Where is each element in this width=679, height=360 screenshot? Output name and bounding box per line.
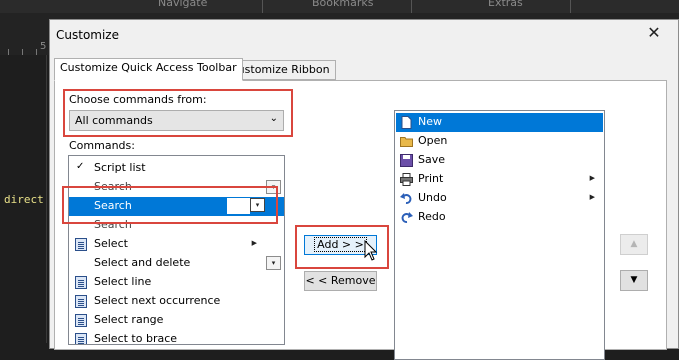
quick-access-toolbar-list[interactable]: New Open Save Print ▶ Undo ▶ Redo	[394, 110, 605, 360]
check-icon: ✓	[76, 161, 85, 172]
toolbar-item-label: Print	[418, 172, 444, 185]
commands-list[interactable]: ✓ Script list Search ▾ Search ▾ Search S…	[68, 155, 285, 345]
command-label: Select	[94, 237, 128, 250]
chevron-down-icon[interactable]: ▾	[266, 180, 281, 194]
chevron-down-icon: ⌄	[269, 113, 278, 124]
document-icon	[75, 333, 87, 344]
submenu-arrow-icon: ▶	[251, 239, 257, 247]
command-label: Search	[94, 218, 132, 231]
document-icon	[75, 276, 87, 289]
list-item[interactable]: Undo ▶	[396, 189, 603, 208]
close-icon[interactable]: ✕	[646, 25, 662, 42]
list-item-selected[interactable]: New	[396, 113, 603, 132]
list-item[interactable]: Save	[396, 151, 603, 170]
undo-icon	[400, 193, 412, 204]
command-label: Search	[94, 180, 132, 193]
command-label: Select next occurrence	[94, 294, 221, 307]
document-icon	[75, 314, 87, 327]
choose-commands-dropdown[interactable]: All commands ⌄	[69, 110, 284, 131]
list-item[interactable]: ✓ Script list	[69, 159, 284, 178]
document-icon	[75, 238, 87, 251]
dialog-title: Customize	[56, 28, 119, 42]
choose-commands-label: Choose commands from:	[69, 93, 207, 106]
list-item[interactable]: Select and delete ▾	[69, 254, 284, 273]
list-item[interactable]: Select range	[69, 311, 284, 330]
redo-icon	[401, 212, 413, 223]
remove-button[interactable]: < < Remove	[304, 271, 377, 291]
inline-field[interactable]	[227, 198, 250, 214]
chevron-down-icon[interactable]: ▾	[266, 256, 281, 270]
command-label: Select line	[94, 275, 152, 288]
command-label: Select to brace	[94, 332, 178, 345]
move-up-button[interactable]: ▲	[620, 234, 648, 255]
menu-navigate[interactable]: Navigate	[158, 0, 207, 9]
chevron-down-icon[interactable]: ▾	[250, 198, 265, 212]
list-item[interactable]: Search	[69, 216, 284, 235]
list-item[interactable]: Select next occurrence	[69, 292, 284, 311]
list-item-selected[interactable]: Search ▾	[69, 197, 284, 216]
folder-icon	[400, 137, 413, 147]
ruler-number: 5	[40, 41, 47, 52]
menu-separator	[262, 0, 263, 13]
move-down-button[interactable]: ▼	[620, 270, 648, 291]
list-item[interactable]: Redo	[396, 208, 603, 227]
menu-separator	[570, 0, 571, 13]
toolbar-item-label: Save	[418, 153, 446, 166]
menu-bookmarks[interactable]: Bookmarks	[312, 0, 373, 9]
editor-code-text: direct	[4, 193, 44, 206]
printer-icon	[400, 173, 413, 186]
background-menu-bar: Navigate Bookmarks Extras	[0, 0, 679, 13]
save-icon	[400, 154, 413, 167]
command-label: Script list	[94, 161, 146, 174]
command-label: Select range	[94, 313, 164, 326]
toolbar-item-label: New	[418, 115, 442, 128]
command-label: Select and delete	[94, 256, 191, 269]
document-icon	[75, 295, 87, 308]
list-item[interactable]: Select ▶	[69, 235, 284, 254]
toolbar-item-label: Undo	[418, 191, 447, 204]
commands-label: Commands:	[69, 139, 135, 152]
mouse-pointer-icon	[364, 240, 378, 261]
new-document-icon	[401, 116, 412, 129]
list-item[interactable]: Open	[396, 132, 603, 151]
toolbar-item-label: Redo	[418, 210, 446, 223]
submenu-arrow-icon: ▶	[589, 174, 595, 182]
command-label: Search	[94, 199, 132, 212]
tab-customize-quick-access-toolbar[interactable]: Customize Quick Access Toolbar	[54, 58, 243, 81]
choose-commands-value: All commands	[75, 114, 153, 127]
submenu-arrow-icon: ▶	[589, 193, 595, 201]
list-item[interactable]: Select line	[69, 273, 284, 292]
editor-column-guide	[46, 55, 47, 343]
menu-extras[interactable]: Extras	[488, 0, 523, 9]
toolbar-item-label: Open	[418, 134, 448, 147]
list-item[interactable]: Print ▶	[396, 170, 603, 189]
menu-separator	[411, 0, 412, 13]
list-item[interactable]: Search ▾	[69, 178, 284, 197]
